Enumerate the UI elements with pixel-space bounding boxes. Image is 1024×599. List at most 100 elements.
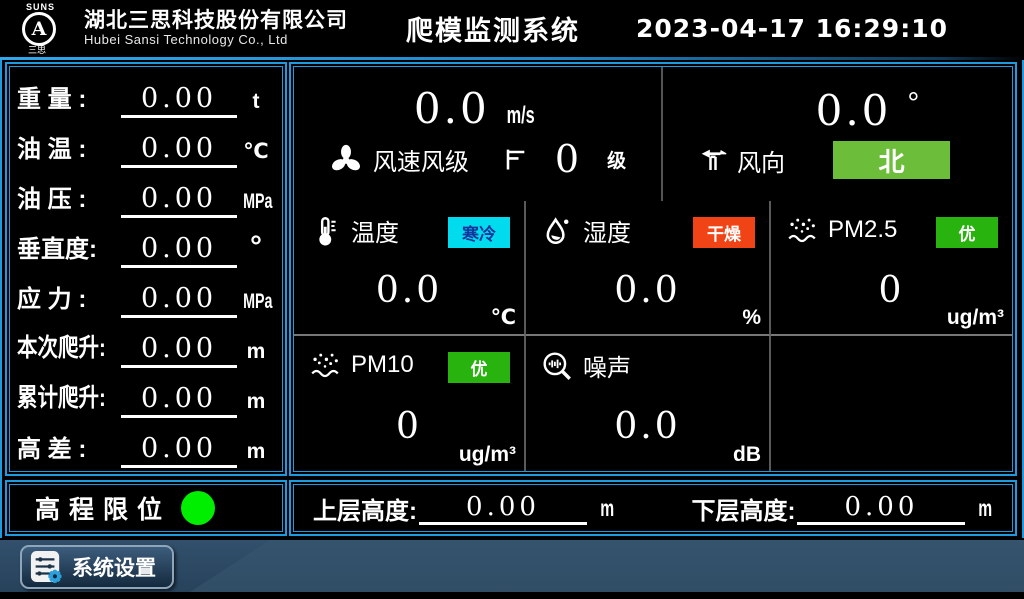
verticality-unit: ° <box>237 230 275 268</box>
upper-height-label: 上层高度: <box>313 491 417 526</box>
lower-height-label: 下层高度: <box>691 491 795 526</box>
pm10-value: 0 <box>294 406 524 447</box>
wind-direction-badge: 北 <box>833 141 950 179</box>
current-climb-unit: m <box>237 340 275 368</box>
wind-level-value: 0 <box>555 137 579 181</box>
wind-level-row: 风速风级 0 级 <box>329 137 626 181</box>
pm25-cell: PM2.5 优 0 ug/m³ <box>771 201 1012 336</box>
header: SUNS A 三思 湖北三思科技股份有限公司 Hubei Sansi Techn… <box>0 0 1024 57</box>
lower-height-value: 0.00 <box>797 492 965 525</box>
noise-header: 噪声 <box>540 348 757 383</box>
humidity-status-badge: 干燥 <box>693 217 755 248</box>
settings-sliders-icon <box>30 550 62 584</box>
noise-unit: dB <box>733 443 761 467</box>
height-diff-unit: m <box>237 440 275 468</box>
humidity-label: 湿度 <box>583 213 631 248</box>
noise-label: 噪声 <box>583 348 631 383</box>
wind-row: 0.0 m/s 风速风级 <box>294 67 1012 201</box>
wind-speed-value: 0.0 <box>414 87 490 131</box>
environment-panel: 0.0 m/s 风速风级 <box>289 62 1017 476</box>
elevation-limit-panel: 高程限位 <box>5 480 287 536</box>
wind-speed-section: 0.0 m/s 风速风级 <box>294 67 663 201</box>
layer-heights-panel: 上层高度: 0.00 m 下层高度: 0.00 m <box>289 480 1017 536</box>
company-name-en: Hubei Sansi Technology Co., Ltd <box>84 33 348 48</box>
temperature-label: 温度 <box>351 213 399 248</box>
taskbar-sheen <box>190 540 1024 592</box>
page-title: 爬模监测系统 <box>406 9 580 48</box>
oil-pressure-unit: MPa <box>243 190 269 218</box>
temperature-value: 0.0 <box>294 270 524 311</box>
wind-vane-icon <box>697 145 729 175</box>
logo-suns-text: SUNS <box>26 2 55 12</box>
wind-speed-unit: m/s <box>506 102 534 130</box>
pm10-label: PM10 <box>351 351 414 379</box>
wind-direction-value: 0.0 <box>816 89 892 133</box>
noise-value: 0.0 <box>526 406 769 447</box>
wind-speed-reading: 0.0 m/s <box>414 87 541 131</box>
dust-icon <box>308 348 342 382</box>
wind-direction-unit: ° <box>907 87 919 121</box>
row-weight: 重 量 : 0.00 t <box>17 72 275 118</box>
wind-direction-reading: 0.0 ° <box>723 89 1012 133</box>
row-oil-pressure: 油 压 : 0.00 MPa <box>17 172 275 218</box>
total-climb-value: 0.00 <box>121 383 237 418</box>
wind-direction-label: 风向 <box>737 143 785 178</box>
pm25-unit: ug/m³ <box>947 306 1004 330</box>
noise-cell: 噪声 0.0 dB <box>526 336 771 471</box>
verticality-value: 0.00 <box>121 233 237 268</box>
stress-label: 应 力 : <box>17 279 121 318</box>
upper-height-unit: m <box>600 495 614 522</box>
pm25-label: PM2.5 <box>828 216 897 244</box>
monitoring-screen: SUNS A 三思 湖北三思科技股份有限公司 Hubei Sansi Techn… <box>0 0 1024 599</box>
sensor-grid: 温度 寒冷 0.0 ℃ <box>294 201 1012 471</box>
lower-height-unit: m <box>979 495 993 522</box>
row-stress: 应 力 : 0.00 MPa <box>17 272 275 318</box>
oil-temp-unit: ℃ <box>237 139 275 168</box>
droplet-icon <box>540 214 574 248</box>
wind-direction-section: 0.0 ° 风向 北 <box>663 67 1012 201</box>
logo-letter: A <box>32 18 47 40</box>
oil-pressure-label: 油 压 : <box>17 179 121 218</box>
weight-unit: t <box>237 90 275 118</box>
current-climb-value: 0.00 <box>121 333 237 368</box>
total-climb-unit: m <box>237 390 275 418</box>
wind-direction-row: 风向 北 <box>663 141 1012 179</box>
verticality-label: 垂直度: <box>17 229 121 268</box>
weight-label: 重 量 : <box>17 79 121 118</box>
row-oil-temp: 油 温 : 0.00 ℃ <box>17 122 275 168</box>
height-diff-label: 高 差 : <box>17 429 121 468</box>
oil-pressure-value: 0.00 <box>121 183 237 218</box>
row-total-climb: 累计爬升: 0.00 m <box>17 372 275 418</box>
noise-icon <box>540 349 574 383</box>
temperature-cell: 温度 寒冷 0.0 ℃ <box>294 201 526 336</box>
wind-level-unit: 级 <box>607 146 626 173</box>
temperature-unit: ℃ <box>491 305 516 330</box>
pm25-value: 0 <box>771 270 1012 311</box>
measurements-panel: 重 量 : 0.00 t 油 温 : 0.00 ℃ 油 压 : 0.00 MPa… <box>5 62 287 476</box>
dust-icon <box>785 213 819 247</box>
temperature-status-badge: 寒冷 <box>448 217 510 248</box>
logo-sub-text: 三思 <box>28 43 46 56</box>
system-settings-button[interactable]: 系统设置 <box>20 545 174 589</box>
oil-temp-value: 0.00 <box>121 133 237 168</box>
pm10-status-badge: 优 <box>448 352 510 383</box>
elevation-limit-label: 高程限位 <box>35 490 171 526</box>
pm10-cell: PM10 优 0 ug/m³ <box>294 336 526 471</box>
humidity-cell: 湿度 干燥 0.0 % <box>526 201 771 336</box>
wind-level-flag-icon <box>501 145 529 173</box>
company-name-cn: 湖北三思科技股份有限公司 <box>84 9 348 33</box>
row-current-climb: 本次爬升: 0.00 m <box>17 322 275 368</box>
weight-value: 0.00 <box>121 83 237 118</box>
humidity-value: 0.0 <box>526 270 769 311</box>
stress-unit: MPa <box>243 290 269 318</box>
upper-height-value: 0.00 <box>419 492 587 525</box>
taskbar: 系统设置 <box>0 540 1024 592</box>
content-area: 重 量 : 0.00 t 油 温 : 0.00 ℃ 油 压 : 0.00 MPa… <box>0 60 1024 538</box>
wind-speed-label: 风速风级 <box>373 142 469 177</box>
humidity-unit: % <box>742 306 761 330</box>
current-climb-label: 本次爬升: <box>17 328 102 368</box>
elevation-limit-indicator <box>181 491 215 525</box>
height-diff-value: 0.00 <box>121 433 237 468</box>
oil-temp-label: 油 温 : <box>17 129 121 168</box>
settings-button-label: 系统设置 <box>72 552 156 582</box>
